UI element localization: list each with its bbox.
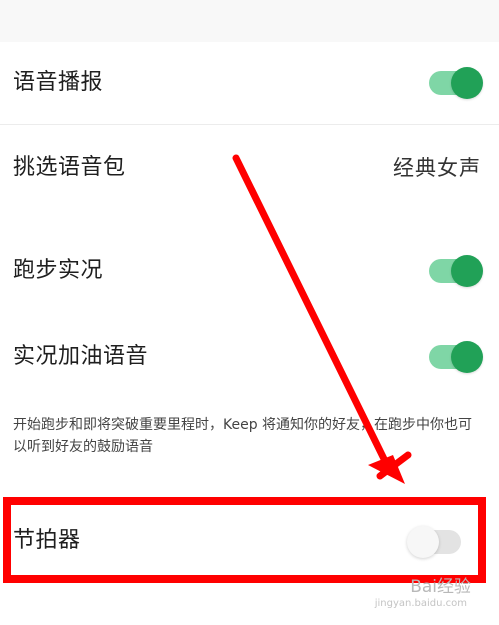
voice-settings-page: 语音播报 挑选语音包 经典女声 跑步实况 实况加油语音 开始跑步和即将突破重要里… <box>0 0 499 625</box>
watermark-url: jingyan.baidu.com <box>374 598 467 609</box>
voice-broadcast-label: 语音播报 <box>13 70 104 95</box>
running-live-toggle[interactable] <box>429 255 483 287</box>
top-spacer <box>0 0 499 42</box>
highlight-box <box>3 497 486 583</box>
live-cheer-description: 开始跑步和即将突破重要里程时，Keep 将通知你的好友，在跑步中你也可以听到好友… <box>13 417 473 455</box>
running-live-row[interactable]: 跑步实况 <box>0 230 499 310</box>
baidu-jingyan-watermark: Bai经验 <box>410 577 471 597</box>
live-cheer-voice-label: 实况加油语音 <box>13 344 149 369</box>
voice-pack-value: 经典女声 <box>393 156 481 180</box>
running-live-label: 跑步实况 <box>13 258 104 283</box>
voice-broadcast-row[interactable]: 语音播报 <box>0 42 499 124</box>
toggle-knob <box>451 67 483 99</box>
toggle-knob <box>451 255 483 287</box>
voice-pack-label: 挑选语音包 <box>13 155 126 180</box>
live-cheer-voice-row[interactable]: 实况加油语音 <box>0 316 499 396</box>
voice-broadcast-toggle[interactable] <box>429 67 483 99</box>
voice-pack-row[interactable]: 挑选语音包 经典女声 <box>0 125 499 215</box>
toggle-knob <box>451 341 483 373</box>
live-cheer-voice-toggle[interactable] <box>429 341 483 373</box>
